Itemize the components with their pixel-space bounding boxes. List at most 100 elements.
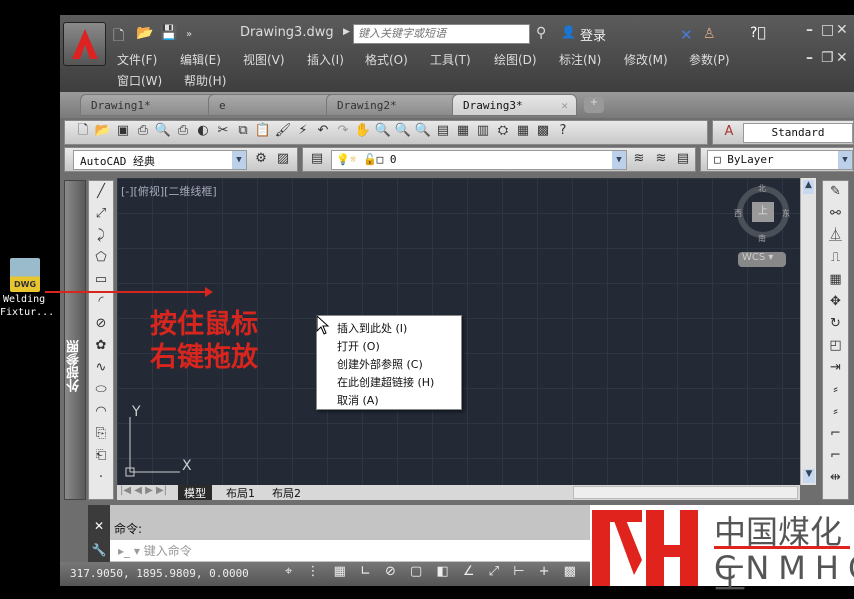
paste-icon[interactable]: 📋	[253, 121, 273, 141]
spline-icon[interactable]: ∿	[89, 357, 113, 379]
exchange-icon[interactable]: ✕	[680, 26, 693, 44]
save-icon[interactable]: ▣	[113, 121, 133, 141]
copy-icon[interactable]: ⧉	[233, 121, 253, 141]
line-icon[interactable]: ╱	[89, 181, 113, 203]
menu-item-open[interactable]: 打开 (O)	[317, 337, 461, 355]
rotate-icon[interactable]: ↻	[823, 313, 848, 335]
doc-minimize-button[interactable]: –	[806, 50, 813, 66]
login-button[interactable]: 登录	[580, 25, 606, 44]
close-button[interactable]: ✕	[836, 22, 848, 38]
tab-drawing2[interactable]: Drawing2*	[326, 94, 471, 116]
menu-file[interactable]: 文件(F)	[117, 51, 157, 68]
new-icon[interactable]: 🗋	[113, 25, 124, 49]
tool-palettes-icon[interactable]: ▥	[473, 121, 493, 141]
point-icon[interactable]: ·	[89, 467, 113, 489]
menu-item-cancel[interactable]: 取消 (A)	[317, 391, 461, 409]
open-icon[interactable]: 📂	[93, 121, 113, 141]
markup-icon[interactable]: ▦	[513, 121, 533, 141]
menu-format[interactable]: 格式(O)	[365, 51, 408, 68]
layer-select[interactable]: 💡☼ 🔓□ 0 ▼	[331, 150, 627, 170]
scroll-down-icon[interactable]: ▼	[803, 469, 815, 483]
publish-icon[interactable]: ⎙	[173, 121, 193, 141]
wcs-menu[interactable]: WCS ▾	[738, 252, 786, 267]
print-icon[interactable]: ⎙	[133, 121, 153, 141]
redo-icon[interactable]: ↷	[333, 121, 353, 141]
save-icon[interactable]: 💾	[160, 25, 177, 41]
minimize-button[interactable]: –	[806, 22, 813, 38]
workspace-select[interactable]: AutoCAD 经典 ▼	[73, 150, 247, 170]
tab-drawing3[interactable]: Drawing3* ✕	[452, 94, 577, 116]
zoom-previous-icon[interactable]: 🔍	[413, 121, 433, 141]
move-icon[interactable]: ✥	[823, 291, 848, 313]
block-editor-icon[interactable]: ⚡	[293, 121, 313, 141]
menu-item-create-xref[interactable]: 创建外部参照 (C)	[317, 355, 461, 373]
circle-icon[interactable]: ⊘	[89, 313, 113, 335]
polygon-icon[interactable]: ⬠	[89, 247, 113, 269]
design-center-icon[interactable]: ▦	[453, 121, 473, 141]
3d-publish-icon[interactable]: ◐	[193, 121, 213, 141]
open-icon[interactable]: 📂	[136, 25, 153, 41]
tab-layout1[interactable]: 布局1	[220, 485, 261, 500]
menu-tools[interactable]: 工具(T)	[430, 51, 471, 68]
layer-properties-icon[interactable]: ▤	[307, 149, 327, 169]
ellipse-icon[interactable]: ⬭	[89, 379, 113, 401]
close-icon[interactable]: ✕	[88, 519, 110, 533]
tab-model[interactable]: 模型	[178, 485, 212, 500]
make-current-icon[interactable]: ≋	[629, 149, 649, 169]
trim-icon[interactable]: ⸗	[823, 379, 848, 401]
pan-icon[interactable]: ✋	[353, 121, 373, 141]
match-properties-icon[interactable]: 🖌	[273, 121, 293, 141]
extend-icon[interactable]: ⸗	[823, 401, 848, 423]
revcloud-icon[interactable]: ✿	[89, 335, 113, 357]
close-tab-icon[interactable]: ✕	[561, 99, 568, 112]
layer-previous-icon[interactable]: ≋	[651, 149, 671, 169]
vertical-scrollbar[interactable]: ▲ ▼	[800, 178, 816, 485]
scroll-up-icon[interactable]: ▲	[803, 180, 814, 194]
workspace-settings-icon[interactable]: ⚙	[251, 149, 271, 169]
menu-view[interactable]: 视图(V)	[243, 51, 285, 68]
menu-dimension[interactable]: 标注(N)	[559, 51, 601, 68]
ellipse-arc-icon[interactable]: ◠	[89, 401, 113, 423]
offset-icon[interactable]: ⎍	[823, 247, 848, 269]
viewcube-top[interactable]: 上	[752, 202, 774, 222]
new-icon[interactable]: 🗋	[73, 121, 93, 141]
zoom-window-icon[interactable]: 🔍	[393, 121, 413, 141]
sheet-set-icon[interactable]: ⛭	[493, 121, 513, 141]
layer-states-icon[interactable]: ▤	[673, 149, 693, 169]
break-icon[interactable]: ⌐	[823, 423, 848, 445]
tab-layout2[interactable]: 布局2	[266, 485, 307, 500]
menu-insert[interactable]: 插入(I)	[307, 51, 344, 68]
tab-nav-arrows[interactable]: |◀ ◀ ▶ ▶|	[120, 485, 167, 496]
erase-icon[interactable]: ✎	[823, 181, 848, 203]
menu-parameters[interactable]: 参数(P)	[689, 51, 730, 68]
expand-icon[interactable]: ▶	[343, 27, 350, 37]
make-block-icon[interactable]: ⎗	[89, 445, 113, 467]
horizontal-scrollbar[interactable]	[573, 486, 798, 499]
application-menu-button[interactable]	[63, 22, 106, 66]
clean-screen-icon[interactable]: ▨	[273, 149, 293, 169]
wrench-icon[interactable]: 🔧	[88, 543, 110, 557]
menu-help[interactable]: 帮助(H)	[184, 72, 226, 89]
dwg-file-icon[interactable]: DWG	[10, 258, 40, 292]
color-select[interactable]: □ ByLayer ▼	[707, 150, 853, 170]
break-at-point-icon[interactable]: ⌐	[823, 445, 848, 467]
zoom-realtime-icon[interactable]: 🔍	[373, 121, 393, 141]
menu-window[interactable]: 窗口(W)	[117, 72, 162, 89]
menu-draw[interactable]: 绘图(D)	[494, 51, 537, 68]
mirror-icon[interactable]: ⏅	[823, 225, 848, 247]
copy-object-icon[interactable]: ⚯	[823, 203, 848, 225]
scale-icon[interactable]: ◰	[823, 335, 848, 357]
cut-icon[interactable]: ✂	[213, 121, 233, 141]
calculator-icon[interactable]: ▩	[533, 121, 553, 141]
join-icon[interactable]: ⇹	[823, 467, 848, 489]
new-tab-button[interactable]: +	[584, 97, 604, 113]
maximize-button[interactable]: □	[821, 22, 834, 38]
polyline-icon[interactable]: ⤸	[89, 225, 113, 247]
help-icon[interactable]: ?	[553, 121, 573, 141]
preview-icon[interactable]: 🔍	[153, 121, 173, 141]
menu-item-insert-here[interactable]: 插入到此处 (I)	[317, 319, 461, 337]
viewport-label[interactable]: [-][俯视][二维线框]	[121, 183, 217, 199]
help-icon[interactable]: ?⃝	[750, 25, 766, 41]
drafting-toggles[interactable]: ⌖ ⋮ ▦ ∟ ⊘ ▢ ◧ ∠ ⤢ ⊢ + ▩ ▮	[285, 564, 602, 579]
properties-icon[interactable]: ▤	[433, 121, 453, 141]
